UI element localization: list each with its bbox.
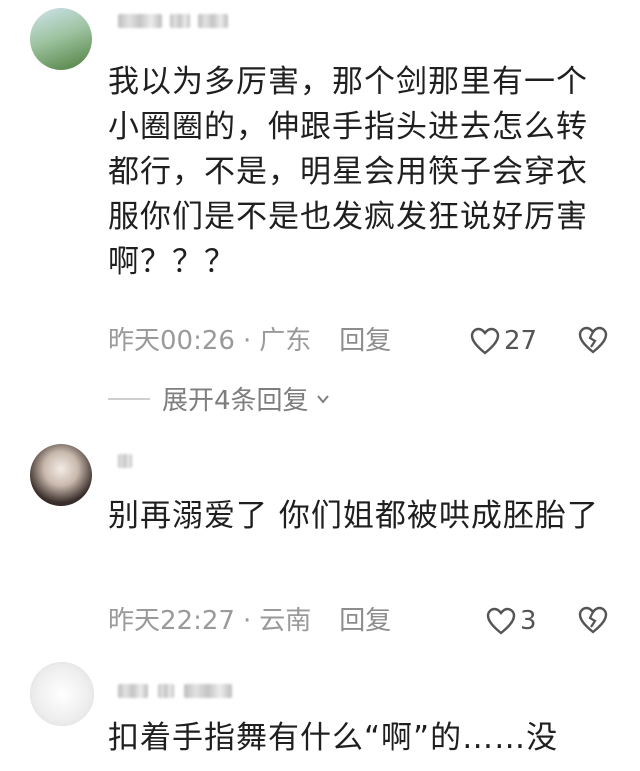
comment-meta: 昨天22:27 · 云南 回复 [108, 604, 391, 638]
meta-separator: · [242, 606, 252, 636]
like-count: 27 [504, 326, 538, 356]
avatar[interactable] [30, 8, 92, 70]
meta-separator: · [242, 326, 252, 356]
reply-button[interactable]: 回复 [339, 604, 391, 638]
comment-time: 昨天00:26 [108, 326, 235, 356]
username-blurred[interactable] [118, 454, 132, 468]
heart-outline-icon [470, 327, 500, 355]
comment-location: 云南 [259, 606, 312, 636]
heart-outline-icon [486, 607, 516, 635]
comment-text: 我以为多厉害，那个剑那里有一个小圈圈的，伸跟手指头进去怎么转都行，不是，明星会用… [108, 64, 588, 280]
avatar[interactable] [30, 444, 92, 506]
comment-time: 昨天22:27 [108, 606, 235, 636]
username-blurred[interactable] [118, 684, 232, 698]
comment-text: 扣着手指舞有什么“啊”的……没 [108, 720, 559, 756]
comment-text: 别再溺爱了 你们姐都被哄成胚胎了 [108, 498, 599, 534]
broken-heart-icon[interactable] [578, 326, 608, 354]
like-count: 3 [520, 606, 537, 636]
expand-replies-label: 展开4条回复 [162, 386, 309, 416]
broken-heart-icon[interactable] [578, 606, 608, 634]
divider [108, 397, 150, 400]
comment-meta: 昨天00:26 · 广东 回复 [108, 324, 391, 358]
reply-button[interactable]: 回复 [339, 324, 391, 358]
like-button[interactable]: 3 [486, 606, 537, 636]
chevron-down-icon [316, 394, 329, 404]
username-blurred[interactable] [118, 14, 228, 28]
avatar[interactable] [30, 662, 94, 726]
comment-location: 广东 [259, 326, 312, 356]
like-button[interactable]: 27 [470, 326, 537, 356]
expand-replies-button[interactable]: 展开4条回复 [108, 380, 331, 417]
